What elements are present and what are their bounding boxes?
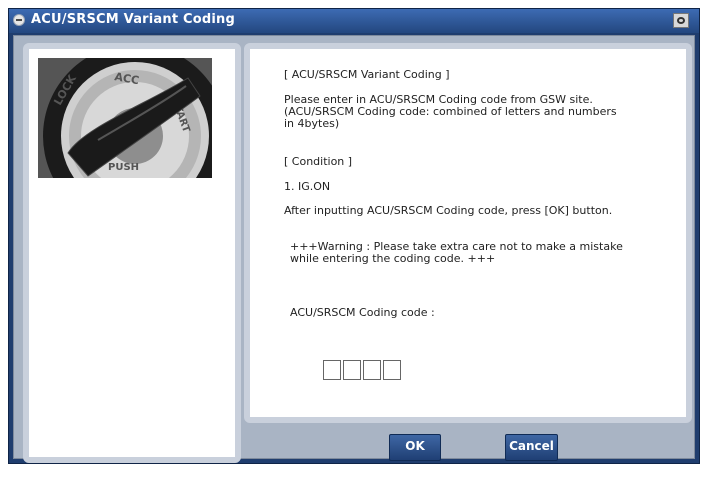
code-char-2[interactable] — [343, 360, 361, 380]
title-bar[interactable]: ACU/SRSCM Variant Coding — [9, 9, 699, 33]
instruction-panel: [ ACU/SRSCM Variant Coding ] Please ente… — [244, 43, 692, 423]
circle-icon — [13, 14, 25, 26]
ring-label-push: PUSH — [108, 162, 139, 173]
ignition-switch-image: LOCK ACC START PUSH — [38, 44, 227, 228]
code-char-1[interactable] — [323, 360, 341, 380]
camera-icon[interactable] — [673, 13, 689, 28]
instruction-description: Please enter in ACU/SRSCM Coding code fr… — [284, 93, 617, 130]
image-panel: LOCK ACC START PUSH — [23, 43, 241, 463]
coding-code-label: ACU/SRSCM Coding code : — [290, 306, 435, 319]
ignition-switch-photo: LOCK ACC START PUSH — [38, 44, 227, 228]
dialog-window: ACU/SRSCM Variant Coding LOCK ACC START … — [8, 8, 700, 464]
cancel-button[interactable]: Cancel — [505, 434, 558, 461]
code-char-4[interactable] — [383, 360, 401, 380]
code-char-3[interactable] — [363, 360, 381, 380]
coding-code-inputs — [323, 360, 403, 380]
condition-heading: [ Condition ] — [284, 155, 353, 168]
window-title: ACU/SRSCM Variant Coding — [31, 12, 235, 27]
condition-item: 1. IG.ON — [284, 180, 331, 193]
warning-text: +++Warning : Please take extra care not … — [290, 240, 623, 265]
ok-button[interactable]: OK — [389, 434, 441, 461]
instruction-text: [ ACU/SRSCM Variant Coding ] Please ente… — [284, 69, 674, 265]
after-input-text: After inputting ACU/SRSCM Coding code, p… — [284, 204, 613, 217]
dialog-body: LOCK ACC START PUSH [ ACU/SRSCM Variant … — [13, 35, 695, 463]
instruction-heading: [ ACU/SRSCM Variant Coding ] — [284, 68, 450, 81]
